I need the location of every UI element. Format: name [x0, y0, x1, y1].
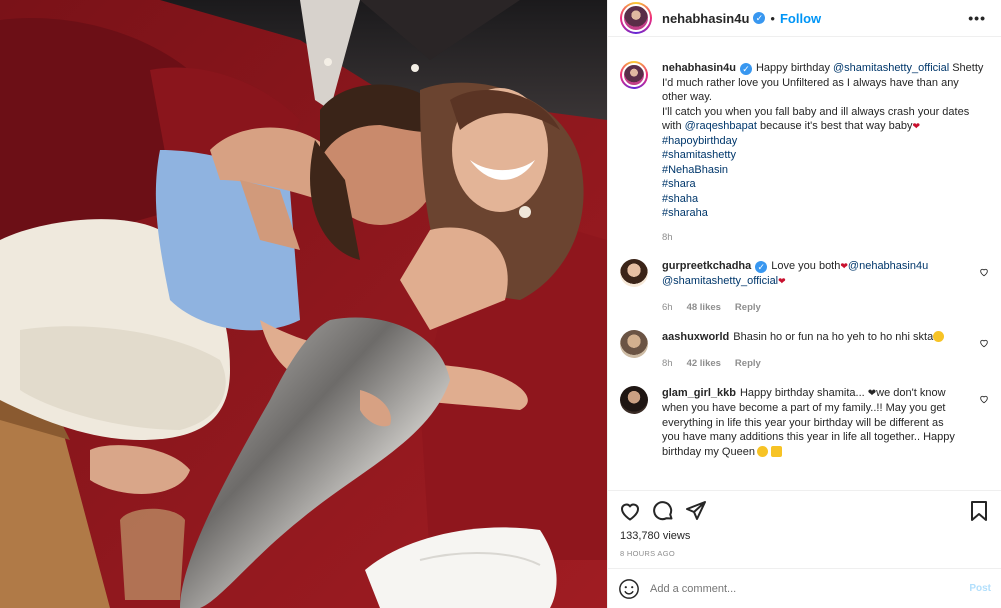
- caption-body: nehabhasin4u ✓ Happy birthday @shamitashet…: [662, 61, 989, 245]
- caption-mention[interactable]: @shamitashetty_official: [833, 62, 949, 74]
- verified-badge-icon: ✓: [739, 63, 752, 75]
- like-comment-heart-icon[interactable]: [979, 267, 989, 277]
- comment-likes[interactable]: 42 likes: [687, 358, 721, 369]
- hashtag[interactable]: #shaha: [662, 192, 985, 207]
- post-video[interactable]: [0, 0, 607, 608]
- comment-mention[interactable]: @nehabhasin4u: [848, 260, 928, 272]
- comment-text: Bhasin ho or fun na ho yeh to ho nhi skt…: [733, 330, 934, 343]
- video-frame-image: [0, 0, 607, 608]
- comment-avatar[interactable]: [620, 259, 648, 287]
- like-comment-heart-icon[interactable]: [979, 394, 989, 404]
- post-actions: [608, 490, 1001, 530]
- caption-username[interactable]: nehabhasin4u: [662, 62, 736, 74]
- more-options-icon[interactable]: •••: [968, 10, 989, 26]
- comment: gurpreetkchadha ✓ Love you both❤@nehabhasi…: [620, 259, 989, 316]
- comment-body: aashuxworld Bhasin ho or fun na ho yeh to…: [662, 330, 972, 372]
- header-username[interactable]: nehabhasin4u: [662, 11, 749, 26]
- comment-composer: Post: [608, 568, 1001, 608]
- comment-text: Love you both: [771, 260, 841, 272]
- comment: aashuxworld Bhasin ho or fun na ho yeh to…: [620, 329, 989, 372]
- avatar[interactable]: [620, 2, 652, 34]
- avatar-image: [622, 63, 646, 87]
- heart-emoji-icon: ❤: [912, 121, 921, 131]
- reply-button[interactable]: Reply: [735, 358, 761, 369]
- comment-time[interactable]: 6h: [662, 302, 673, 313]
- caption-time[interactable]: 8h: [662, 232, 673, 243]
- hashtag[interactable]: #shara: [662, 177, 985, 192]
- hashtag[interactable]: #sharaha: [662, 206, 985, 221]
- comment-username[interactable]: gurpreetkchadha: [662, 260, 751, 272]
- post-comment-button[interactable]: Post: [969, 583, 991, 594]
- comment-meta: 6h 48 likes Reply: [662, 301, 928, 316]
- laughing-emoji-icon: [933, 330, 945, 342]
- comment-input[interactable]: [650, 582, 970, 595]
- heart-icon[interactable]: [618, 499, 642, 523]
- caption-meta: 8h: [662, 231, 985, 246]
- post-header: nehabhasin4u ✓ • Follow •••: [608, 0, 1001, 37]
- caption-avatar[interactable]: [620, 61, 648, 89]
- hashtags: #hapoybirthday #shamitashetty #NehaBhasi…: [662, 134, 985, 221]
- emoji-icon[interactable]: [618, 578, 640, 600]
- comment-mention[interactable]: @shamitashetty_official: [662, 275, 778, 287]
- comment: glam_girl_kkb Happy birthday shamita... ❤…: [620, 385, 989, 460]
- crown-emoji-icon: [771, 445, 782, 457]
- view-count[interactable]: 133,780 views: [608, 530, 1001, 546]
- comments-list: nehabhasin4u ✓ Happy birthday @shamitashet…: [608, 37, 1001, 490]
- caption-mention[interactable]: @raqeshbapat: [685, 120, 757, 132]
- comment-username[interactable]: aashuxworld: [662, 331, 729, 343]
- hashtag[interactable]: #NehaBhasin: [662, 163, 985, 178]
- caption-text: because it's best that way baby: [756, 120, 913, 132]
- comment-avatar[interactable]: [620, 385, 648, 414]
- hashtag[interactable]: #hapoybirthday: [662, 134, 985, 149]
- like-comment-heart-icon[interactable]: [979, 338, 989, 348]
- comment-username[interactable]: glam_girl_kkb: [662, 387, 736, 399]
- verified-badge-icon: ✓: [753, 12, 766, 24]
- header-separator: •: [770, 10, 775, 26]
- caption-text: Happy birthday: [755, 62, 834, 74]
- comment-avatar[interactable]: [620, 329, 648, 358]
- comment-text: Happy birthday shamita...: [739, 386, 868, 399]
- comment-body: glam_girl_kkb Happy birthday shamita... ❤…: [662, 386, 989, 460]
- post-side-panel: nehabhasin4u ✓ • Follow ••• nehabhasin4u…: [607, 0, 1001, 608]
- share-icon[interactable]: [684, 499, 708, 523]
- verified-badge-icon: ✓: [755, 261, 768, 273]
- hashtag[interactable]: #shamitashetty: [662, 148, 985, 163]
- comment-meta: 8h 42 likes Reply: [662, 357, 944, 372]
- black-heart-emoji-icon: ❤: [867, 387, 877, 399]
- avatar-image: [622, 4, 650, 32]
- instagram-post: nehabhasin4u ✓ • Follow ••• nehabhasin4u…: [0, 0, 1001, 608]
- comment-time[interactable]: 8h: [662, 358, 673, 369]
- reply-button[interactable]: Reply: [735, 302, 761, 313]
- bookmark-icon[interactable]: [967, 499, 991, 523]
- post-timestamp: 8 HOURS AGO: [620, 549, 675, 558]
- comment-icon[interactable]: [651, 499, 675, 523]
- heart-emoji-icon: ❤: [840, 261, 848, 271]
- comment-body: gurpreetkchadha ✓ Love you both❤@nehabhasi…: [662, 259, 956, 316]
- comment-likes[interactable]: 48 likes: [687, 302, 721, 313]
- follow-button[interactable]: Follow: [780, 11, 821, 26]
- caption: nehabhasin4u ✓ Happy birthday @shamitashet…: [620, 61, 989, 245]
- heart-emoji-icon: ❤: [778, 275, 786, 286]
- face-emoji-icon: [756, 445, 768, 457]
